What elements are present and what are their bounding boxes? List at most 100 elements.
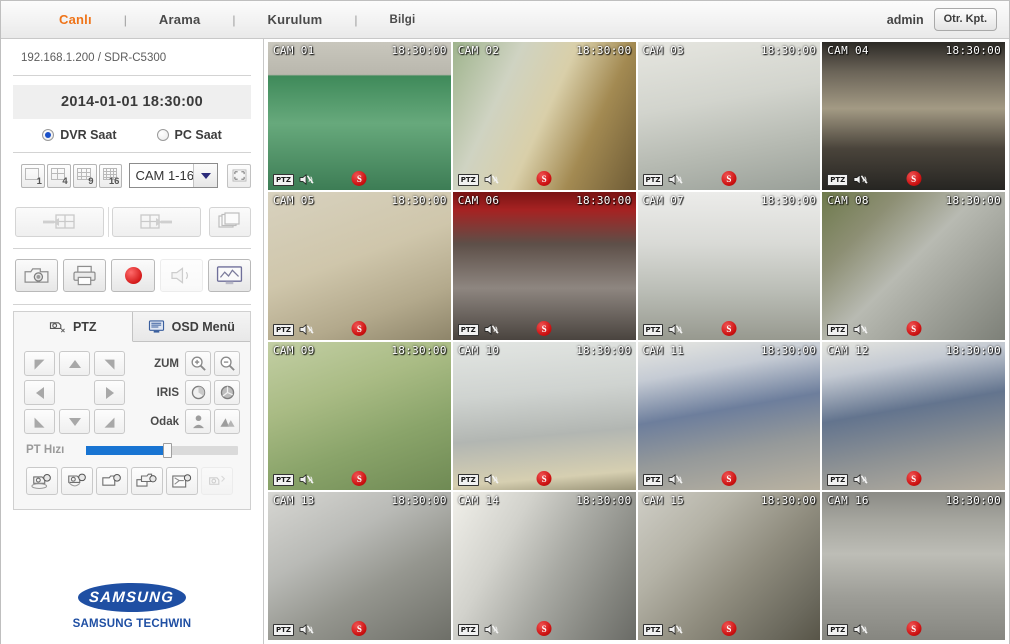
camera-group-selected-value: CAM 1-16 xyxy=(135,168,194,183)
tile-osd-top: CAM 02 18:30:00 xyxy=(453,42,636,57)
ptz-preset-toolbar xyxy=(24,465,240,499)
camera-icon xyxy=(24,268,49,283)
pan-left-button[interactable] xyxy=(24,380,55,405)
brand-logo: SAMSUNG SAMSUNG TECHWIN xyxy=(13,583,251,644)
camera-tile-13[interactable]: CAM 13 18:30:00 PTZ S xyxy=(268,492,451,640)
tile-osd-bottom: PTZ xyxy=(273,623,314,636)
tile-osd-bottom: PTZ xyxy=(457,623,499,636)
preset-go-button[interactable] xyxy=(26,467,58,495)
tile-osd-bottom: PTZ xyxy=(642,323,684,336)
record-status-badge: S xyxy=(721,171,737,186)
camera-tile-14[interactable]: CAM 14 18:30:00 PTZ S xyxy=(452,492,636,640)
zoom-row: ZUM xyxy=(139,351,240,376)
pan-down-left-button[interactable]: ◣ xyxy=(24,409,55,434)
record-status-badge: S xyxy=(536,171,552,186)
camera-video-garage-red-light-cars xyxy=(452,192,636,340)
snapshot-button[interactable] xyxy=(15,259,59,292)
zoom-out-button[interactable] xyxy=(214,351,240,376)
zoom-in-button[interactable] xyxy=(185,351,211,376)
sequence-button[interactable] xyxy=(208,207,252,237)
nav-item-arama[interactable]: Arama xyxy=(153,12,206,27)
tile-osd-bottom: PTZ xyxy=(457,323,499,336)
layout-9-label: 9 xyxy=(88,175,94,187)
print-button[interactable] xyxy=(63,259,107,292)
camera-video-lobby-glass-door xyxy=(452,42,636,190)
nav-item-canli[interactable]: Canlı xyxy=(53,12,98,27)
nav-separator-3: | xyxy=(354,12,358,27)
pan-up-right-button[interactable]: ◥ xyxy=(94,351,125,376)
pan-down-button[interactable] xyxy=(59,409,90,434)
radio-dvr-time[interactable]: DVR Saat xyxy=(42,128,117,142)
focus-far-button[interactable] xyxy=(214,409,240,434)
tile-osd-bottom: PTZ xyxy=(827,623,868,636)
tab-osd-menu[interactable]: OSD Menü xyxy=(132,312,250,342)
camera-tile-15[interactable]: CAM 15 18:30:00 PTZ S xyxy=(637,492,821,640)
nav-item-kurulum[interactable]: Kurulum xyxy=(262,12,329,27)
pt-speed-knob[interactable] xyxy=(162,442,172,458)
tour-start-button[interactable] xyxy=(96,467,128,495)
tile-osd-top: CAM 14 18:30:00 xyxy=(453,492,636,507)
fullscreen-button[interactable] xyxy=(227,163,252,188)
monitor-button[interactable] xyxy=(207,259,252,292)
camera-name-label: CAM 14 xyxy=(457,494,500,507)
camera-tile-9[interactable]: CAM 09 18:30:00 PTZ S xyxy=(268,342,451,490)
layout-1-button[interactable]: 1 xyxy=(21,163,45,188)
focus-near-button[interactable] xyxy=(185,409,211,434)
speaker-muted-icon xyxy=(484,473,499,486)
tile-osd-top: CAM 12 18:30:00 xyxy=(822,342,1005,357)
record-button[interactable] xyxy=(111,259,155,292)
camera-video-green-corridor-doors xyxy=(268,342,451,490)
radio-pc-time[interactable]: PC Saat xyxy=(156,128,222,142)
camera-tile-6[interactable]: CAM 06 18:30:00 PTZ S xyxy=(452,192,636,340)
layout-4-button[interactable]: 4 xyxy=(46,163,71,188)
camera-video-indoor-hallway xyxy=(637,192,821,340)
chevron-down-icon[interactable] xyxy=(193,164,218,187)
focus-near-icon xyxy=(192,415,204,429)
camera-group-select[interactable]: CAM 1-16 xyxy=(129,163,219,188)
audio-button[interactable] xyxy=(159,259,203,292)
speaker-muted-icon xyxy=(299,173,314,186)
main-navigation: Canlı | Arama | Kurulum | Bilgi xyxy=(53,12,421,27)
nav-item-bilgi[interactable]: Bilgi xyxy=(383,14,421,26)
speaker-muted-icon xyxy=(668,473,684,486)
iris-row: IRIS xyxy=(139,380,240,405)
iris-close-button[interactable] xyxy=(214,380,240,405)
camera-tile-10[interactable]: CAM 10 18:30:00 PTZ S xyxy=(452,342,636,490)
logout-button[interactable]: Otr. Kpt. xyxy=(933,8,997,31)
tour-stop-button[interactable] xyxy=(131,467,163,495)
zoom-out-icon xyxy=(220,356,235,371)
pattern-button[interactable] xyxy=(166,467,198,495)
tile-osd-top: CAM 04 18:30:00 xyxy=(822,42,1005,57)
layers-icon xyxy=(218,212,240,228)
iris-open-button[interactable] xyxy=(185,380,211,405)
layout-9-button[interactable]: 9 xyxy=(72,163,97,188)
pt-speed-slider[interactable] xyxy=(86,442,238,458)
camera-preset-icon xyxy=(31,473,51,489)
preset-set-button[interactable] xyxy=(61,467,93,495)
pan-right-button[interactable] xyxy=(94,380,125,405)
pan-up-left-button[interactable]: ◤ xyxy=(24,351,55,376)
prev-group-button[interactable] xyxy=(15,207,104,237)
speaker-muted-icon xyxy=(484,623,499,636)
camera-tile-8[interactable]: CAM 08 18:30:00 PTZ S xyxy=(822,192,1005,340)
next-group-button[interactable] xyxy=(112,207,201,237)
tab-ptz[interactable]: PTZ xyxy=(14,312,133,342)
pan-down-right-button[interactable]: ◢ xyxy=(94,409,125,434)
camera-tile-5[interactable]: CAM 05 18:30:00 PTZ S xyxy=(268,192,451,340)
camera-tile-1[interactable]: CAM 01 18:30:00 PTZ S xyxy=(268,42,451,190)
camera-preset-set-icon xyxy=(68,473,86,486)
camera-tile-4[interactable]: CAM 04 18:30:00 PTZ S xyxy=(822,42,1005,190)
camera-tile-2[interactable]: CAM 02 18:30:00 PTZ S xyxy=(452,42,636,190)
pan-up-button[interactable] xyxy=(59,351,90,376)
arrow-up-icon xyxy=(68,359,81,368)
camera-tile-16[interactable]: CAM 16 18:30:00 PTZ S xyxy=(822,492,1005,640)
ptz-badge-icon: PTZ xyxy=(457,173,479,186)
layout-16-button[interactable]: 16 xyxy=(98,163,123,188)
camera-name-label: CAM 02 xyxy=(457,44,500,57)
camera-name-label: CAM 03 xyxy=(642,44,685,57)
camera-tile-3[interactable]: CAM 03 18:30:00 PTZ S xyxy=(637,42,821,190)
camera-tile-12[interactable]: CAM 12 18:30:00 PTZ S xyxy=(822,342,1005,490)
auto-pan-button[interactable] xyxy=(201,467,233,495)
camera-tile-11[interactable]: CAM 11 18:30:00 PTZ S xyxy=(637,342,821,490)
camera-tile-7[interactable]: CAM 07 18:30:00 PTZ S xyxy=(637,192,821,340)
